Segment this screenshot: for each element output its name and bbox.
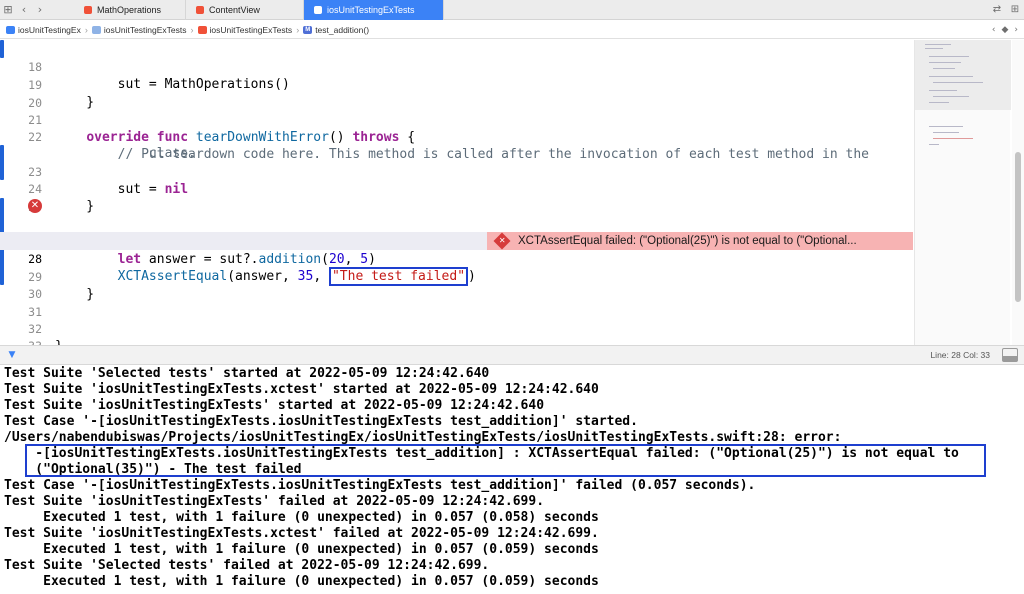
error-message: XCTAssertEqual failed: ("Optional(25)") …	[518, 235, 857, 247]
code-line: 27 let answer = sut?.addition(20, 5)	[0, 215, 913, 267]
folder-icon	[91, 25, 101, 34]
breadcrumb-label: iosUnitTestingExTests	[103, 24, 187, 35]
code-line: 30	[0, 267, 913, 301]
console-line: Executed 1 test, with 1 failure (0 unexp…	[4, 510, 599, 525]
split-arrows-icon[interactable]: ⇄	[988, 4, 1006, 15]
code-line: 31	[0, 285, 913, 319]
swift-file-icon	[196, 5, 204, 14]
tab-label: MathOperations	[97, 4, 162, 15]
code-line: 32 }	[0, 302, 913, 345]
project-icon	[6, 25, 15, 34]
console-line: Test Suite 'iosUnitTestingExTests' start…	[4, 398, 545, 413]
line-column-indicator: Line: 28 Col: 33	[930, 350, 990, 360]
minimap-viewport[interactable]	[915, 40, 1011, 110]
tab-label: iosUnitTestingExTests	[327, 4, 415, 15]
tab-contentview[interactable]: ContentView	[186, 0, 304, 20]
breadcrumb-file[interactable]: iosUnitTestingExTests	[197, 24, 293, 35]
console-line: Test Suite 'iosUnitTestingExTests.xctest…	[4, 382, 599, 397]
chevron-left-icon[interactable]: ‹	[16, 0, 32, 20]
code-editor[interactable]: 18 sut = MathOperations() 19 } 20 21 ove…	[0, 40, 1024, 345]
code-line: 18 sut = MathOperations()	[0, 40, 913, 92]
error-annotation[interactable]: ✕ XCTAssertEqual failed: ("Optional(25)"…	[487, 232, 913, 250]
code-line: 25	[0, 180, 913, 214]
tab-iosunittestingextests[interactable]: iosUnitTestingExTests	[304, 0, 444, 20]
hide-debug-area-icon[interactable]: ▼	[2, 346, 22, 364]
error-highlight-box	[25, 444, 986, 477]
breadcrumb-label: test_addition()	[315, 24, 370, 35]
breadcrumb-method[interactable]: M test_addition()	[303, 25, 369, 35]
tab-mathoperations[interactable]: MathOperations	[74, 0, 186, 20]
jump-bar: iosUnitTestingEx › iosUnitTestingExTests…	[0, 21, 1024, 39]
vertical-scrollbar[interactable]	[1012, 40, 1024, 345]
code-line: 21 override func tearDownWithError() thr…	[0, 93, 913, 145]
minimap[interactable]	[914, 40, 1011, 345]
tab-bar: ⊞ ‹ › MathOperations ContentView iosUnit…	[0, 0, 1024, 20]
debug-bar: ▼ Line: 28 Col: 33	[0, 345, 1024, 365]
code-line: 22 // Put teardown code here. This metho…	[0, 110, 913, 162]
error-icon: ✕	[493, 232, 511, 250]
code-line: ✕ func test_addition(){	[0, 197, 913, 249]
console-line: Executed 1 test, with 1 failure (0 unexp…	[4, 574, 599, 589]
chevron-right-icon: ›	[296, 24, 300, 35]
code-line: 29 }	[0, 250, 913, 302]
swift-file-icon	[197, 25, 207, 34]
code-line: 33	[0, 319, 913, 345]
add-editor-icon[interactable]: ⊞	[1006, 4, 1024, 15]
error-icon[interactable]: ✕	[28, 199, 42, 213]
tab-label: ContentView	[209, 4, 260, 15]
chevron-right-icon[interactable]: ›	[1014, 25, 1018, 35]
console-line: Test Case '-[iosUnitTestingExTests.iosUn…	[4, 414, 638, 429]
swift-file-icon	[314, 5, 322, 14]
console-line: Executed 1 test, with 1 failure (0 unexp…	[4, 542, 599, 557]
console-line: Test Suite 'Selected tests' started at 2…	[4, 366, 490, 381]
breadcrumb-label: iosUnitTestingEx	[18, 24, 81, 35]
panel-toggle-icon[interactable]	[1002, 348, 1018, 362]
chevron-right-icon: ›	[84, 24, 88, 35]
code-line: class.	[0, 127, 913, 161]
code-line: 23 sut = nil	[0, 145, 913, 197]
breadcrumb-label: iosUnitTestingExTests	[209, 24, 293, 35]
console-output[interactable]: Test Suite 'Selected tests' started at 2…	[0, 366, 1024, 594]
breadcrumb-project[interactable]: iosUnitTestingEx	[6, 25, 81, 35]
chevron-right-icon[interactable]: ›	[32, 0, 48, 20]
warning-icon[interactable]: ◆	[1001, 25, 1008, 35]
console-line: Test Suite 'Selected tests' failed at 20…	[4, 558, 490, 573]
console-line: Test Case '-[iosUnitTestingExTests.iosUn…	[4, 478, 756, 493]
swift-file-icon	[84, 5, 92, 14]
code-line: 19 }	[0, 58, 913, 110]
code-line: 24 }	[0, 162, 913, 214]
chevron-right-icon: ›	[190, 24, 194, 35]
grid-icon[interactable]: ⊞	[0, 0, 16, 20]
code-line: 20	[0, 76, 913, 110]
scrollbar-thumb[interactable]	[1015, 152, 1021, 302]
console-line: Test Suite 'iosUnitTestingExTests' faile…	[4, 494, 545, 509]
chevron-left-icon[interactable]: ‹	[992, 25, 996, 35]
code-text: }	[55, 338, 63, 345]
method-icon: M	[303, 25, 313, 34]
console-line: Test Suite 'iosUnitTestingExTests.xctest…	[4, 526, 599, 541]
breadcrumb-folder[interactable]: iosUnitTestingExTests	[91, 24, 187, 35]
line-number: 33	[6, 337, 42, 345]
